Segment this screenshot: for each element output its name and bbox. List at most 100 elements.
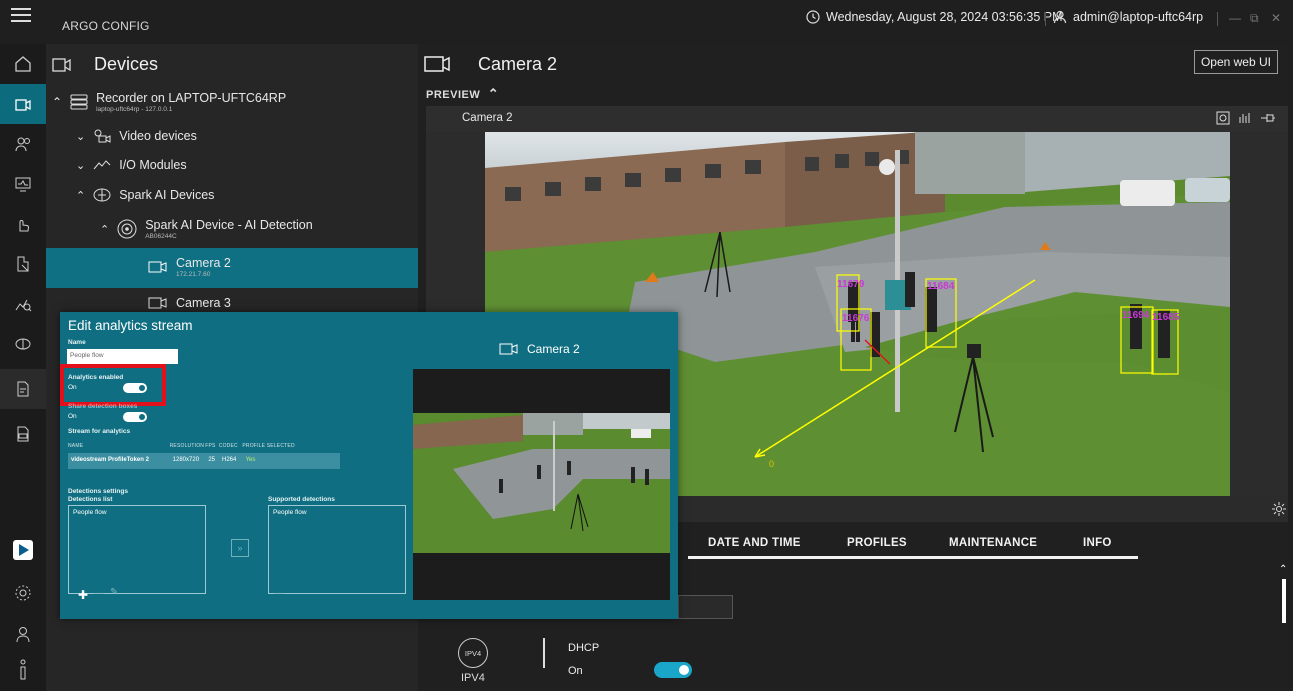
snapshot-icon[interactable] bbox=[1216, 111, 1230, 125]
stream-table-header: NAME RESOLUTION FPS CODEC PROFILE SELECT… bbox=[68, 443, 295, 449]
detections-list[interactable]: People flow bbox=[68, 505, 206, 594]
analytics-icon bbox=[15, 299, 32, 312]
rail-analytics-button[interactable] bbox=[0, 284, 46, 324]
datetime-text: Wednesday, August 28, 2024 03:56:35 PM bbox=[826, 10, 1063, 24]
devices-icon bbox=[15, 99, 31, 111]
camera-3-name: Camera 3 bbox=[176, 296, 231, 310]
devices-header-icon bbox=[52, 58, 71, 72]
io-modules-label: I/O Modules bbox=[119, 158, 187, 172]
camera-2-name: Camera 2 bbox=[176, 256, 231, 270]
close-button[interactable]: ✕ bbox=[1271, 11, 1281, 25]
dialog-camera-header: Camera 2 bbox=[499, 342, 580, 356]
detection-id: 11694 bbox=[1122, 310, 1150, 321]
share-boxes-value: On bbox=[68, 413, 77, 420]
dhcp-label: DHCP bbox=[568, 642, 600, 654]
home-icon bbox=[15, 56, 31, 72]
hamburger-icon[interactable] bbox=[10, 6, 32, 24]
camera-icon bbox=[148, 261, 167, 273]
rail-spark-button[interactable] bbox=[0, 324, 46, 364]
datetime-display: Wednesday, August 28, 2024 03:56:35 PM bbox=[806, 10, 1063, 24]
tree-item-io-modules[interactable]: ⌄ I/O Modules bbox=[76, 158, 187, 172]
clock-icon bbox=[806, 10, 820, 24]
rail-devices-button[interactable] bbox=[0, 84, 46, 124]
spark-icon bbox=[15, 338, 31, 350]
user-menu[interactable]: admin@laptop-uftc64rp bbox=[1053, 10, 1203, 24]
name-label: Name bbox=[68, 339, 86, 346]
recorder-icon bbox=[70, 94, 88, 110]
camera-2-ip: 172.21.7.60 bbox=[176, 271, 211, 278]
remove-supported-icon[interactable]: — bbox=[274, 588, 284, 599]
chevron-up-icon: ⌃ bbox=[100, 223, 110, 236]
share-boxes-toggle[interactable] bbox=[123, 412, 147, 422]
move-right-button[interactable]: » bbox=[231, 539, 249, 557]
dhcp-value: On bbox=[568, 665, 583, 677]
counter-value: 0 bbox=[769, 459, 774, 469]
hand-icon bbox=[19, 220, 30, 232]
rail-hand-button[interactable] bbox=[0, 204, 46, 244]
remove-icon[interactable]: — bbox=[94, 588, 104, 599]
add-icon[interactable]: ✚ bbox=[78, 588, 88, 602]
signal-icon[interactable] bbox=[1238, 111, 1252, 125]
name-input[interactable]: People flow bbox=[67, 349, 178, 364]
maximize-button[interactable]: ⧉ bbox=[1250, 11, 1259, 26]
rail-report-button[interactable] bbox=[0, 369, 46, 409]
tree-item-spark-device[interactable]: ⌃ Spark AI Device - AI Detection AB06244C bbox=[100, 218, 313, 240]
rail-brand-button[interactable] bbox=[0, 530, 46, 570]
user-icon bbox=[1053, 10, 1067, 24]
rail-info-button[interactable] bbox=[0, 650, 46, 690]
stream-table-row[interactable]: videostream ProfileToken 2 1280x720 25 H… bbox=[68, 453, 340, 469]
detections-settings-label: Detections settings bbox=[68, 488, 128, 495]
tab-underline bbox=[688, 556, 1138, 559]
app-title: ARGO CONFIG bbox=[62, 19, 150, 33]
detection-id: 11684 bbox=[927, 281, 955, 292]
tab-maintenance[interactable]: MAINTENANCE bbox=[949, 537, 1037, 549]
camera-header-icon bbox=[424, 56, 450, 72]
open-web-ui-button[interactable]: Open web UI bbox=[1193, 50, 1278, 74]
rail-home-button[interactable] bbox=[0, 44, 46, 84]
scroll-up-icon[interactable]: ⌃ bbox=[1279, 564, 1287, 575]
rail-account-button[interactable] bbox=[0, 614, 46, 654]
brand-icon bbox=[13, 540, 33, 560]
rail-settings-button[interactable] bbox=[0, 573, 46, 613]
divider bbox=[543, 638, 545, 668]
dhcp-toggle[interactable] bbox=[654, 662, 692, 678]
tab-info[interactable]: INFO bbox=[1083, 537, 1112, 549]
io-modules-icon bbox=[93, 160, 111, 170]
camera-icon bbox=[148, 297, 167, 309]
rail-monitor-button[interactable] bbox=[0, 164, 46, 204]
tree-item-camera-2[interactable] bbox=[46, 248, 418, 288]
spark-ai-icon bbox=[93, 188, 111, 202]
detections-list-item[interactable]: People flow bbox=[73, 509, 107, 516]
camera-icon bbox=[499, 343, 518, 355]
edit-icon[interactable]: ✎ bbox=[110, 587, 118, 598]
preview-camera-name: Camera 2 bbox=[462, 112, 513, 124]
network-field[interactable] bbox=[678, 595, 733, 619]
rail-users-button[interactable] bbox=[0, 124, 46, 164]
detection-id: 11676 bbox=[842, 313, 870, 324]
preview-toggle[interactable]: PREVIEW ⌃ bbox=[426, 86, 499, 102]
supported-detections-item[interactable]: People flow bbox=[273, 509, 307, 516]
tree-item-video-devices[interactable]: ⌄ Video devices bbox=[76, 129, 197, 143]
recorder-name: Recorder on LAPTOP-UFTC64RP bbox=[96, 91, 287, 105]
minimize-button[interactable]: — bbox=[1229, 11, 1241, 25]
pin-icon[interactable] bbox=[1260, 111, 1276, 125]
supported-detections-list[interactable]: People flow bbox=[268, 505, 406, 594]
rail-pointer-button[interactable] bbox=[0, 244, 46, 284]
preview-label: PREVIEW bbox=[426, 89, 481, 101]
chevron-down-icon: ⌄ bbox=[76, 130, 86, 143]
tree-item-recorder[interactable]: ⌃ Recorder on LAPTOP-UFTC64RP laptop-uftc… bbox=[52, 91, 286, 113]
rail-log-button[interactable] bbox=[0, 414, 46, 454]
tab-date-and-time[interactable]: DATE AND TIME bbox=[708, 537, 801, 549]
devices-title: Devices bbox=[94, 54, 159, 74]
chevron-down-icon: ⌄ bbox=[76, 159, 86, 172]
camera-2-row[interactable]: Camera 2 172.21.7.60 bbox=[148, 256, 231, 278]
gear-icon[interactable] bbox=[1272, 502, 1286, 516]
scrollbar-thumb[interactable] bbox=[1282, 579, 1286, 623]
tree-item-spark-devices[interactable]: ⌃ Spark AI Devices bbox=[76, 187, 214, 203]
highlight-box bbox=[60, 364, 166, 406]
tab-profiles[interactable]: PROFILES bbox=[847, 537, 907, 549]
chevron-up-icon: ⌃ bbox=[76, 189, 86, 202]
tree-item-camera-3[interactable]: Camera 3 bbox=[148, 296, 231, 310]
dialog-camera-name: Camera 2 bbox=[527, 342, 580, 356]
pointer-icon bbox=[17, 256, 29, 272]
